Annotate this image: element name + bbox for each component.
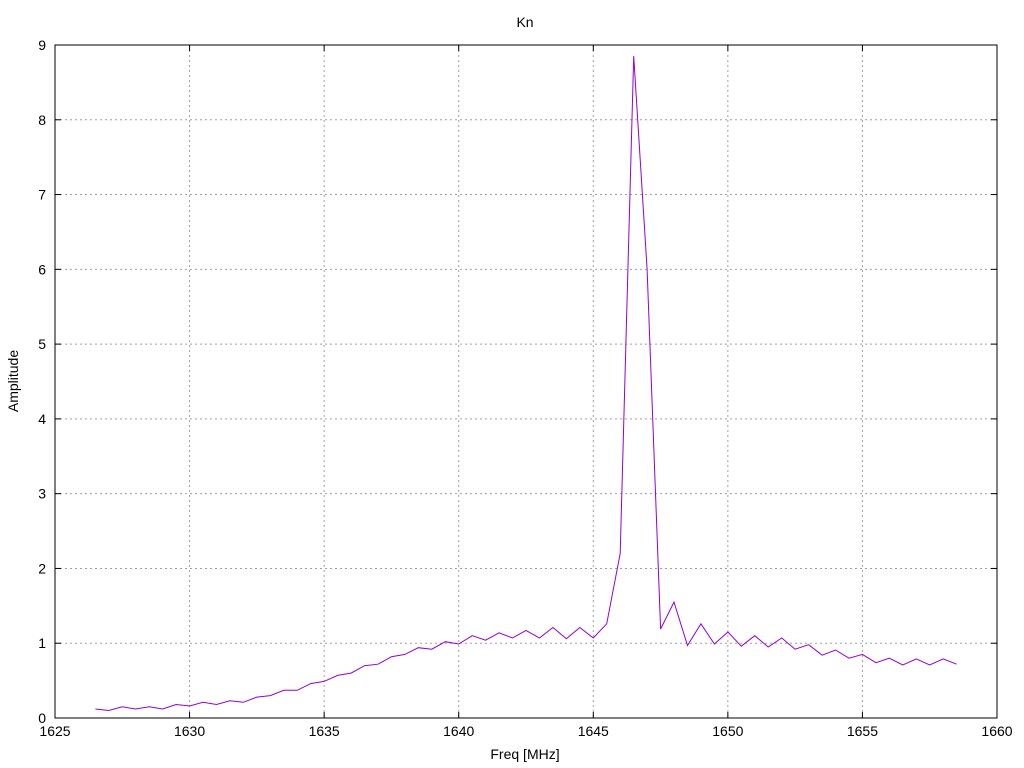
x-tick-label: 1660 bbox=[981, 723, 1012, 739]
chart-title: Kn bbox=[516, 14, 533, 30]
x-tick-label: 1630 bbox=[174, 723, 205, 739]
y-tick-label: 6 bbox=[38, 261, 46, 277]
axis-ticks bbox=[54, 44, 998, 719]
x-tick-label: 1640 bbox=[443, 723, 474, 739]
y-tick-label: 4 bbox=[38, 411, 46, 427]
tick-labels: 1625 1630 1635 1640 1645 1650 1655 166001234567… bbox=[38, 37, 1013, 739]
plot-frame bbox=[54, 44, 998, 719]
x-tick-label: 1635 bbox=[309, 723, 340, 739]
y-tick-label: 7 bbox=[38, 187, 46, 203]
y-tick-label: 5 bbox=[38, 336, 46, 352]
series-line bbox=[95, 56, 957, 712]
y-tick-label: 1 bbox=[38, 635, 46, 651]
x-axis-label: Freq [MHz] bbox=[490, 746, 559, 762]
y-tick-label: 3 bbox=[38, 486, 46, 502]
y-tick-label: 8 bbox=[38, 112, 46, 128]
amplitude-chart: 1625 1630 1635 1640 1645 1650 1655 166001234567… bbox=[5, 14, 1013, 762]
x-tick-label: 1650 bbox=[712, 723, 743, 739]
grid bbox=[55, 45, 997, 718]
x-tick-label: 1655 bbox=[847, 723, 878, 739]
x-tick-label: 1645 bbox=[578, 723, 609, 739]
series bbox=[95, 56, 957, 712]
y-tick-label: 9 bbox=[38, 37, 46, 53]
y-tick-label: 2 bbox=[38, 560, 46, 576]
y-tick-label: 0 bbox=[38, 710, 46, 726]
y-axis-label: Amplitude bbox=[5, 350, 21, 412]
